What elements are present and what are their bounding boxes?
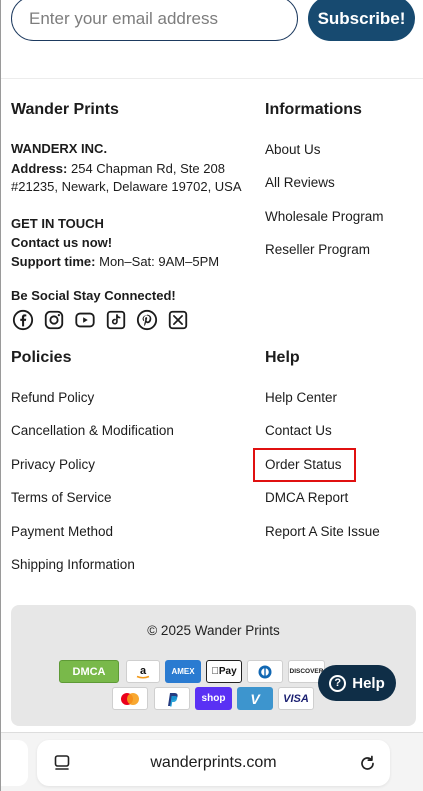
visa-icon: VISA <box>278 687 314 710</box>
x-icon[interactable] <box>167 309 189 331</box>
tiktok-icon[interactable] <box>105 309 127 331</box>
pinterest-icon[interactable] <box>136 309 158 331</box>
help-chat-button[interactable]: ? Help <box>318 665 396 701</box>
amex-label: AMEX <box>171 667 195 676</box>
link-terms-of-service[interactable]: Terms of Service <box>11 490 112 505</box>
contact-now: Contact us now! <box>11 235 113 250</box>
venmo-icon: V <box>237 687 273 710</box>
address: Address: 254 Chapman Rd, Ste 208 #21235,… <box>11 160 261 196</box>
email-input[interactable] <box>11 0 298 41</box>
link-help-center[interactable]: Help Center <box>265 390 337 405</box>
link-payment-method[interactable]: Payment Method <box>11 524 113 539</box>
svg-text:a: a <box>140 665 147 677</box>
help-heading: Help <box>265 349 300 366</box>
dmca-badge-label: DMCA <box>72 665 106 678</box>
social-heading: Be Social Stay Connected! <box>11 288 176 303</box>
link-contact-us[interactable]: Contact Us <box>265 423 332 438</box>
social-links <box>12 309 189 331</box>
american-express-icon: AMEX <box>165 660 201 683</box>
link-dmca-report[interactable]: DMCA Report <box>265 490 348 505</box>
instagram-icon[interactable] <box>43 309 65 331</box>
help-bubble-label: Help <box>352 674 385 692</box>
previous-tab-stub[interactable] <box>1 740 28 786</box>
divider <box>1 78 423 79</box>
facebook-icon[interactable] <box>12 309 34 331</box>
support-label: Support time: <box>11 254 96 269</box>
apple-pay-icon: Pay <box>206 660 242 683</box>
copyright: © 2025 Wander Prints <box>147 623 280 638</box>
address-line1: 254 Chapman Rd, Ste 208 <box>70 161 225 176</box>
address-line2: #21235, Newark, Delaware 19702, USA <box>11 179 242 194</box>
brand-heading: Wander Prints <box>11 101 119 118</box>
support-time: Support time: Mon–Sat: 9AM–5PM <box>11 253 219 271</box>
support-value: Mon–Sat: 9AM–5PM <box>99 254 220 269</box>
apple-pay-label: Pay <box>211 666 236 677</box>
policies-heading: Policies <box>11 349 72 366</box>
mastercard-icon <box>112 687 148 710</box>
shop-pay-icon: shop <box>195 687 232 710</box>
browser-bar-divider <box>1 732 423 733</box>
link-wholesale-program[interactable]: Wholesale Program <box>265 209 384 224</box>
venmo-label: V <box>250 690 260 707</box>
link-shipping-information[interactable]: Shipping Information <box>11 557 135 572</box>
url-text[interactable]: wanderprints.com <box>37 754 390 772</box>
paypal-icon <box>154 687 190 710</box>
link-order-status[interactable]: Order Status <box>265 457 342 472</box>
get-in-touch: GET IN TOUCH <box>11 216 104 231</box>
discover-label: DISCOVER <box>289 668 324 675</box>
amazon-pay-icon: a <box>126 660 160 683</box>
link-cancellation-modification[interactable]: Cancellation & Modification <box>11 423 174 438</box>
reload-icon[interactable] <box>358 754 377 773</box>
link-refund-policy[interactable]: Refund Policy <box>11 390 94 405</box>
link-reseller-program[interactable]: Reseller Program <box>265 242 370 257</box>
informations-heading: Informations <box>265 101 362 118</box>
company-name: WANDERX INC. <box>11 141 108 156</box>
address-label: Address: <box>11 161 68 176</box>
link-all-reviews[interactable]: All Reviews <box>265 175 335 190</box>
link-about-us[interactable]: About Us <box>265 142 321 157</box>
link-report-site-issue[interactable]: Report A Site Issue <box>265 524 380 539</box>
subscribe-button[interactable]: Subscribe! <box>308 0 415 41</box>
youtube-icon[interactable] <box>74 309 96 331</box>
question-icon: ? <box>329 674 347 692</box>
dmca-badge[interactable]: DMCA <box>59 660 119 683</box>
shop-pay-label: shop <box>201 693 226 704</box>
diners-club-icon <box>247 660 283 683</box>
visa-label: VISA <box>283 692 309 705</box>
link-privacy-policy[interactable]: Privacy Policy <box>11 457 95 472</box>
